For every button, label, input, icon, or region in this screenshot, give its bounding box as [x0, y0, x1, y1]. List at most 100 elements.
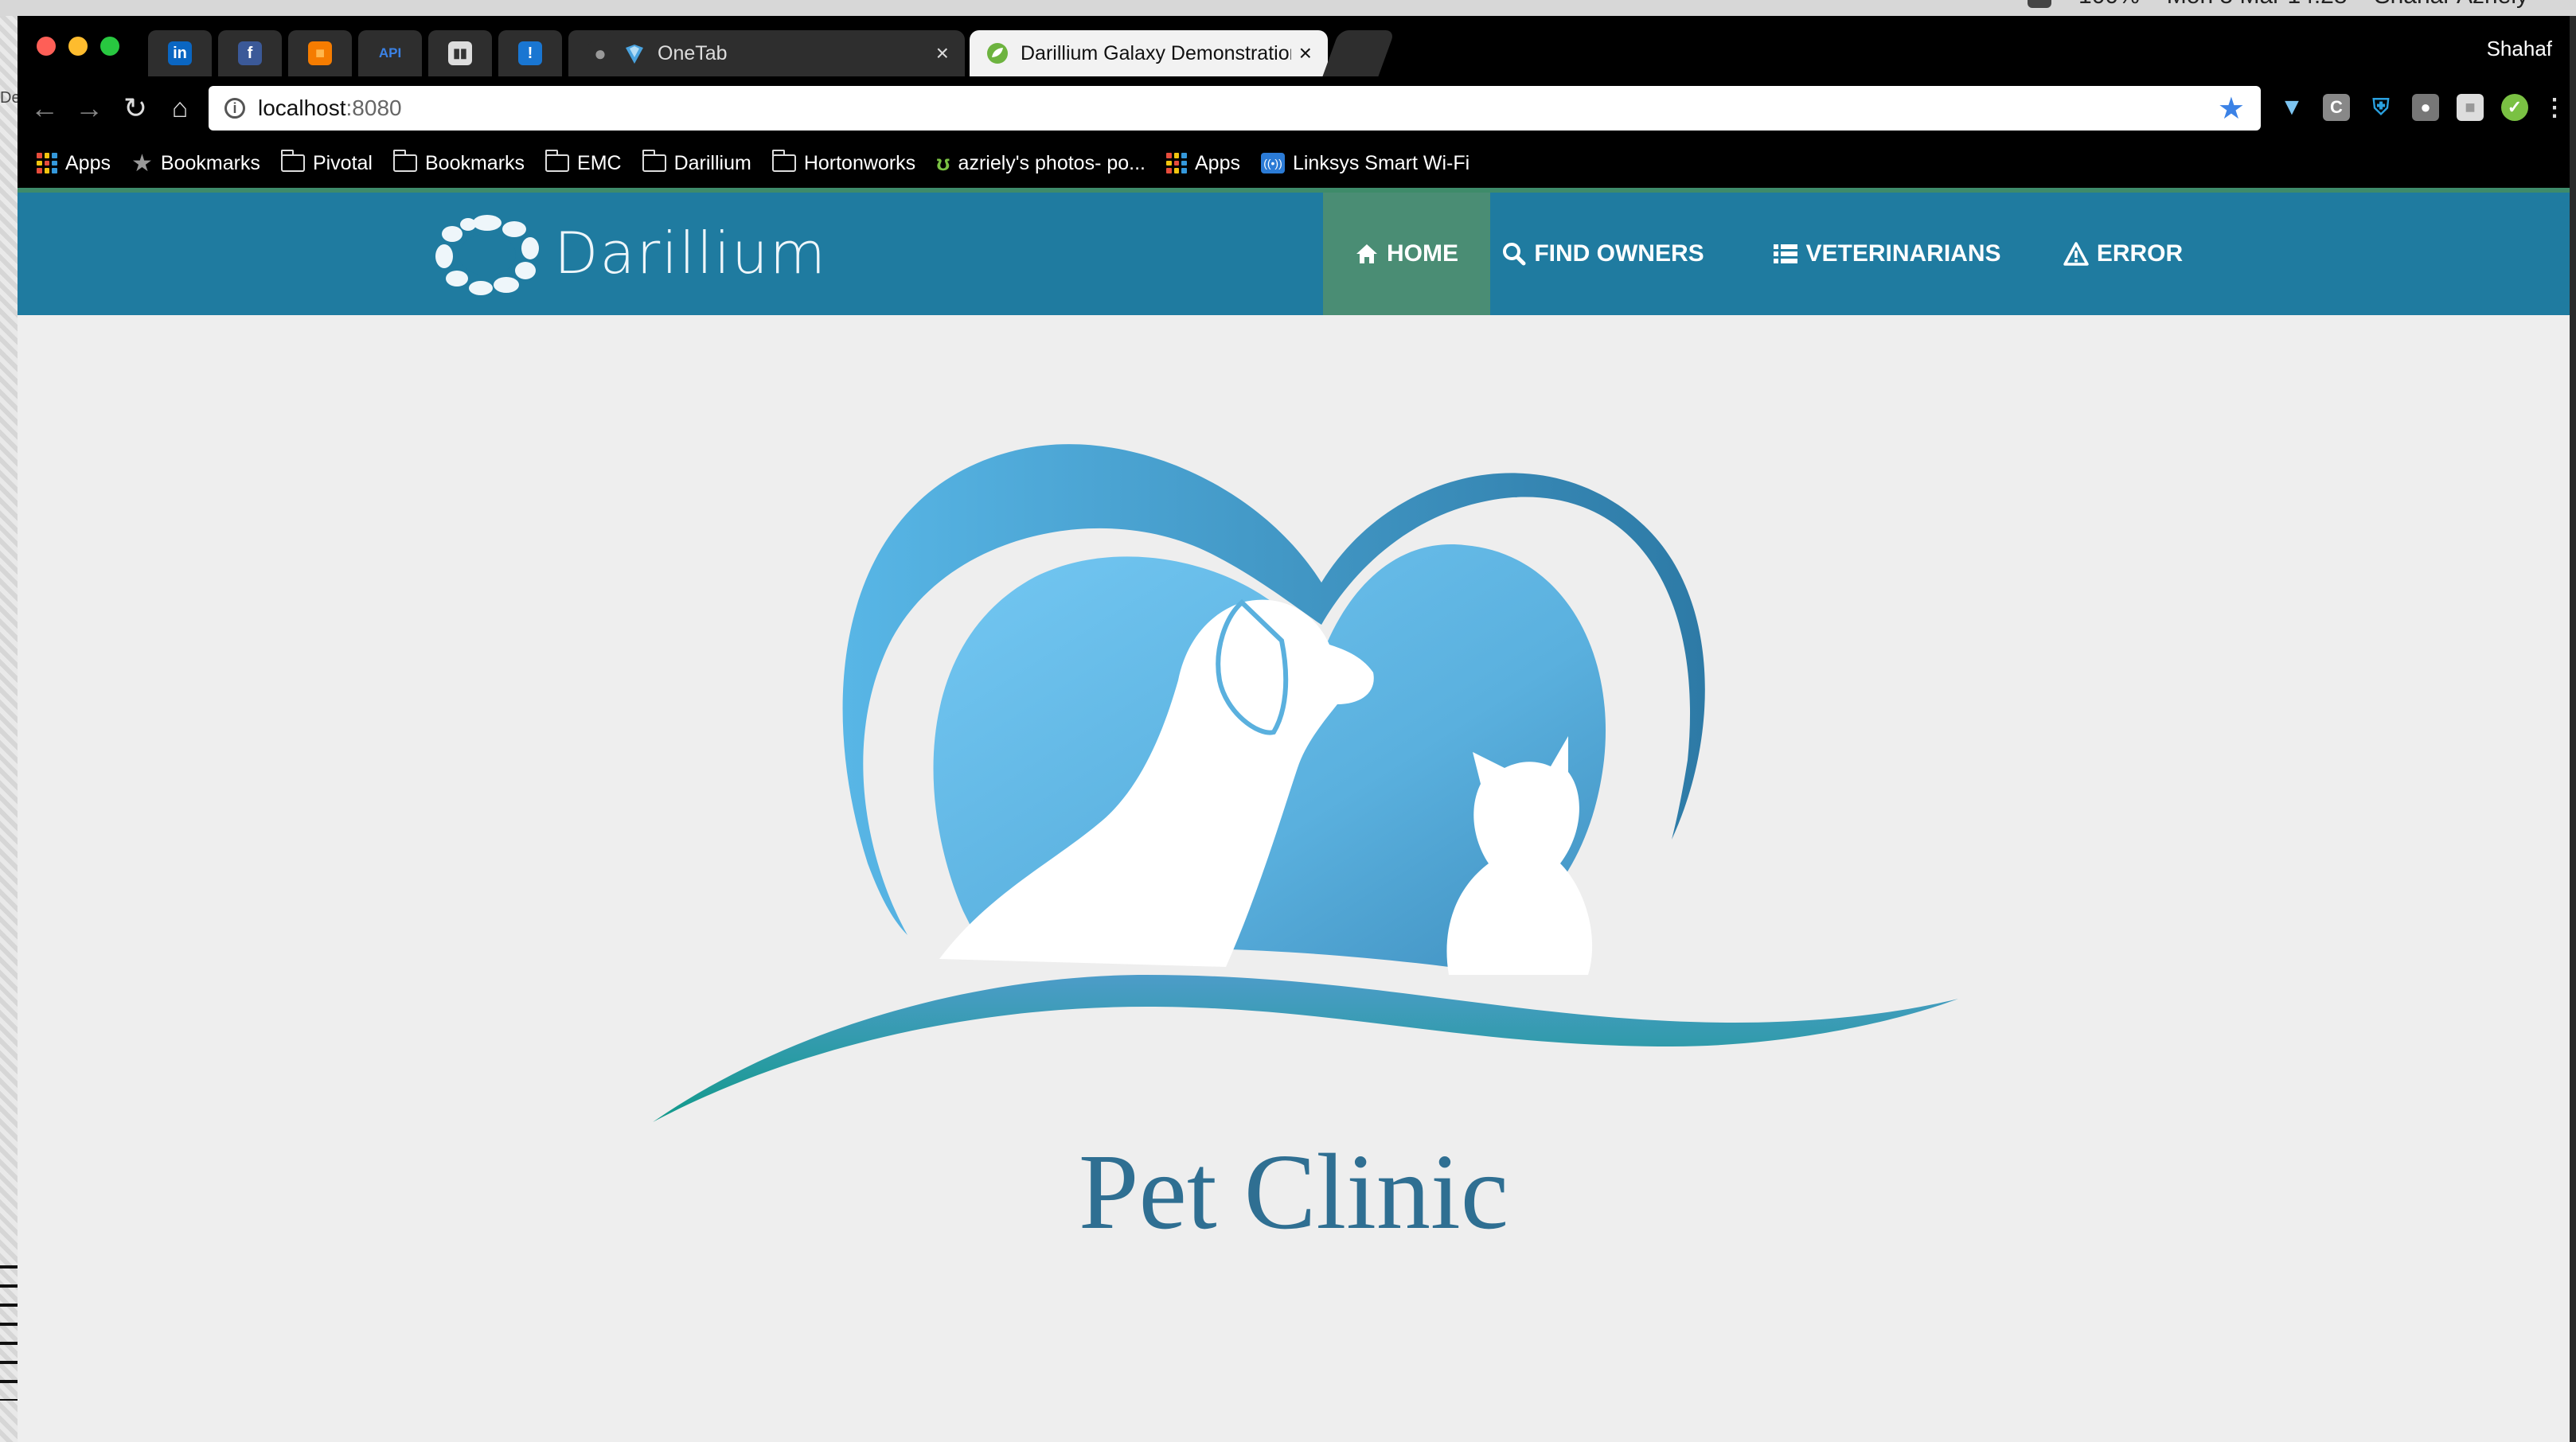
- pinned-tab-cube[interactable]: ■: [288, 30, 352, 76]
- pinned-tab-trello[interactable]: ▮▮: [428, 30, 492, 76]
- bookmark-label: azriely's photos- po...: [958, 151, 1146, 174]
- darillium-logo-icon: [435, 215, 539, 295]
- api-icon: API: [378, 45, 402, 60]
- bookmark-label: Darillium: [673, 151, 751, 174]
- battery-percent[interactable]: 100%: [2078, 0, 2140, 10]
- onetab-extension-icon[interactable]: ▼: [2278, 94, 2305, 121]
- bookmark-azriely-photos[interactable]: ʊ azriely's photos- po...: [936, 150, 1146, 176]
- folder-icon: [771, 150, 796, 172]
- pinned-tab-alert[interactable]: !: [498, 30, 562, 76]
- folder-icon: [280, 150, 305, 172]
- user-name[interactable]: Shahar Azriely: [2375, 0, 2528, 10]
- bookmark-label: Pivotal: [312, 151, 373, 174]
- nav-find-owners[interactable]: FIND OWNERS: [1500, 193, 1707, 315]
- pinned-tab-facebook[interactable]: f: [218, 30, 282, 76]
- nav-home[interactable]: HOME: [1323, 193, 1490, 315]
- bookmark-label: Linksys Smart Wi-Fi: [1292, 151, 1470, 174]
- apps-grid-icon: [1165, 153, 1187, 173]
- pinned-tab-linkedin[interactable]: in: [148, 30, 212, 76]
- nav-label: ERROR: [2096, 240, 2184, 267]
- bookmark-label: EMC: [577, 151, 622, 174]
- desktop-lines: [0, 1265, 18, 1401]
- warning-icon: [2063, 242, 2089, 266]
- bookmark-label: Bookmarks: [424, 151, 525, 174]
- pinned-tab-api[interactable]: API: [358, 30, 422, 76]
- folder-icon: [545, 150, 570, 172]
- clock[interactable]: Mon 5 Mar 14:28: [2167, 0, 2348, 10]
- url-host: localhost: [258, 95, 346, 120]
- minimize-window-button[interactable]: [68, 37, 88, 56]
- brand-name: Darillium: [554, 220, 827, 286]
- nav-label: HOME: [1387, 240, 1458, 267]
- back-button[interactable]: ←: [25, 89, 64, 127]
- bookmark-label: Bookmarks: [160, 151, 260, 174]
- pet-clinic-logo: [653, 444, 1958, 1122]
- apps-grid-icon: [37, 153, 57, 173]
- note-extension-icon[interactable]: ■: [2457, 94, 2484, 121]
- bookmark-folder-hortonworks[interactable]: Hortonworks: [771, 150, 916, 175]
- bookmark-label: Apps: [65, 151, 111, 174]
- desktop-right-edge: [2570, 16, 2576, 1442]
- url-port: :8080: [345, 95, 402, 120]
- zoom-window-button[interactable]: [100, 37, 119, 56]
- tab-onetab[interactable]: OneTab ×: [607, 30, 965, 76]
- home-button[interactable]: ⌂: [161, 89, 199, 127]
- bookmark-folder-pivotal[interactable]: Pivotal: [280, 150, 373, 175]
- cube-icon: ■: [308, 41, 332, 65]
- tab-close-icon[interactable]: ×: [1299, 41, 1312, 66]
- trello-icon: ▮▮: [448, 41, 472, 65]
- nav-label: FIND OWNERS: [1534, 240, 1704, 267]
- bookmarks-bar: Apps ★ Bookmarks Pivotal Bookmarks EMC D…: [18, 138, 2570, 188]
- close-window-button[interactable]: [37, 37, 56, 56]
- profile-name[interactable]: Shahaf: [2487, 37, 2552, 61]
- macos-menubar: 100% Mon 5 Mar 14:28 Shahar Azriely: [0, 0, 2576, 16]
- bookmark-bookmarks[interactable]: ★ Bookmarks: [131, 150, 260, 177]
- nav-error[interactable]: ERROR: [2055, 193, 2191, 315]
- bookmark-folder-bookmarks[interactable]: Bookmarks: [392, 150, 525, 175]
- reload-button[interactable]: ↻: [116, 89, 154, 127]
- tab-title: Darillium Galaxy Demonstration: [1021, 41, 1291, 64]
- desktop-left-edge: De: [0, 16, 21, 1442]
- linkedin-icon: in: [168, 41, 192, 65]
- address-bar[interactable]: i localhost :8080 ★: [209, 86, 2261, 131]
- nav-veterinarians[interactable]: VETERINARIANS: [1772, 193, 2003, 315]
- search-icon: [1503, 243, 1526, 266]
- shield-extension-icon[interactable]: ⛨: [2367, 94, 2395, 121]
- bulb-extension-icon[interactable]: ●: [2412, 94, 2439, 121]
- bookmark-linksys[interactable]: ((•)) Linksys Smart Wi-Fi: [1260, 151, 1470, 175]
- bookmark-folder-darillium[interactable]: Darillium: [642, 150, 751, 175]
- bookmark-label: Hortonworks: [803, 151, 916, 174]
- bookmark-label: Apps: [1194, 151, 1240, 174]
- home-icon: [1356, 244, 1377, 263]
- tab-strip: in f ■ API ▮▮ ! ● OneTab × Darillium Gal…: [18, 16, 2570, 78]
- browser-toolbar: ← → ↻ ⌂ i localhost :8080 ★ ▼ C ⛨ ● ■ ✓ …: [18, 78, 2570, 138]
- onetab-icon: [626, 45, 643, 64]
- nav-label: VETERINARIANS: [1805, 240, 2001, 267]
- c-extension-icon[interactable]: C: [2323, 94, 2350, 121]
- tab-darillium-galaxy[interactable]: Darillium Galaxy Demonstration ×: [970, 30, 1328, 76]
- menu-kebab-icon[interactable]: ⋮: [2541, 94, 2568, 121]
- facebook-icon: f: [238, 41, 262, 65]
- darillium-logo[interactable]: Darillium: [431, 209, 827, 298]
- status-icon[interactable]: [2028, 0, 2052, 8]
- tab-title: OneTab: [658, 41, 728, 64]
- bookmark-apps[interactable]: Apps: [37, 152, 111, 175]
- tab-close-icon[interactable]: ×: [936, 41, 949, 66]
- browser-window: in f ■ API ▮▮ ! ● OneTab × Darillium Gal…: [18, 16, 2570, 1442]
- check-extension-icon[interactable]: ✓: [2501, 94, 2528, 121]
- spring-leaf-icon: [987, 43, 1008, 64]
- list-icon: [1774, 244, 1798, 263]
- wifi-icon: ((•)): [1260, 153, 1285, 173]
- forward-button[interactable]: →: [70, 89, 108, 127]
- exclamation-icon: !: [518, 41, 542, 65]
- new-tab-button[interactable]: [1322, 30, 1395, 76]
- star-icon: ★: [131, 150, 153, 177]
- site-info-icon[interactable]: i: [224, 98, 245, 119]
- folder-icon: [392, 150, 417, 172]
- bookmark-apps-2[interactable]: Apps: [1165, 151, 1240, 175]
- smile-icon: ʊ: [936, 150, 950, 175]
- page-title: Pet Clinic: [1078, 1132, 1509, 1252]
- bookmark-star-icon[interactable]: ★: [2218, 91, 2245, 127]
- folder-icon: [642, 150, 666, 172]
- bookmark-folder-emc[interactable]: EMC: [545, 150, 622, 175]
